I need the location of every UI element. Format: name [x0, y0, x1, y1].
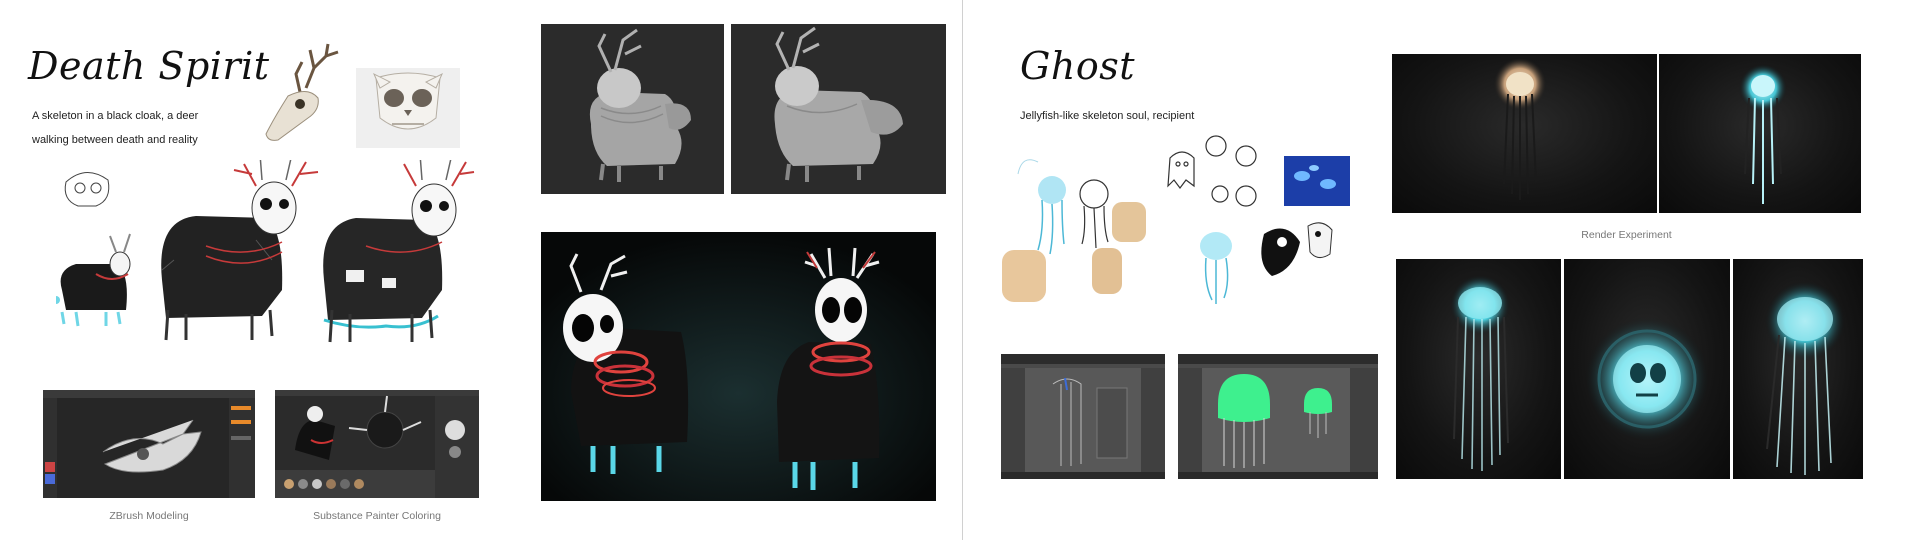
large-creature-sketch-2	[323, 160, 475, 343]
concept-sketches	[56, 160, 476, 360]
render-experiment-caption: Render Experiment	[1581, 229, 1672, 241]
jellyfish-render-2	[1564, 259, 1730, 479]
clay-render-1	[541, 24, 724, 194]
small-creature-sketch	[56, 233, 131, 327]
substance-caption: Substance Painter Coloring	[313, 510, 441, 522]
jellyfish-render-1	[1396, 259, 1561, 479]
maya-screenshot-1	[1001, 354, 1165, 479]
ghost-sketch-1	[1079, 179, 1109, 249]
substance-painter-screenshot	[275, 390, 479, 498]
description-line-1: A skeleton in a black cloak, a deer	[32, 110, 199, 122]
jellyfish-sketch-1	[1017, 159, 1066, 255]
clay-render-2	[731, 24, 946, 194]
jellyfish-sketch-2	[1200, 232, 1232, 304]
death-spirit-description: A skeleton in a black cloak, a deer walk…	[32, 104, 198, 152]
render-experiment-1	[1392, 54, 1657, 213]
cat-skull-photo	[356, 68, 460, 148]
large-creature-sketch-1	[161, 160, 319, 341]
maya-screenshot-2	[1178, 354, 1378, 479]
ghost-description: Jellyfish-like skeleton soul, recipient	[1020, 110, 1195, 122]
zbrush-caption: ZBrush Modeling	[109, 510, 189, 522]
ghost-sketch-3	[1261, 222, 1333, 276]
final-render-death-spirit	[541, 232, 936, 501]
death-spirit-title: Death Spirit	[28, 44, 270, 88]
description-line-2: walking between death and reality	[32, 134, 198, 146]
deer-skull-photo	[248, 38, 348, 146]
ghost-concept-sketches	[998, 130, 1354, 320]
render-experiment-2	[1659, 54, 1861, 213]
ghost-title: Ghost	[1020, 44, 1135, 88]
jellyfish-render-3	[1733, 259, 1863, 479]
skull-sketch	[64, 172, 110, 207]
page-divider	[962, 0, 963, 540]
zbrush-screenshot	[43, 390, 255, 498]
ghost-sketch-2	[1167, 135, 1257, 207]
